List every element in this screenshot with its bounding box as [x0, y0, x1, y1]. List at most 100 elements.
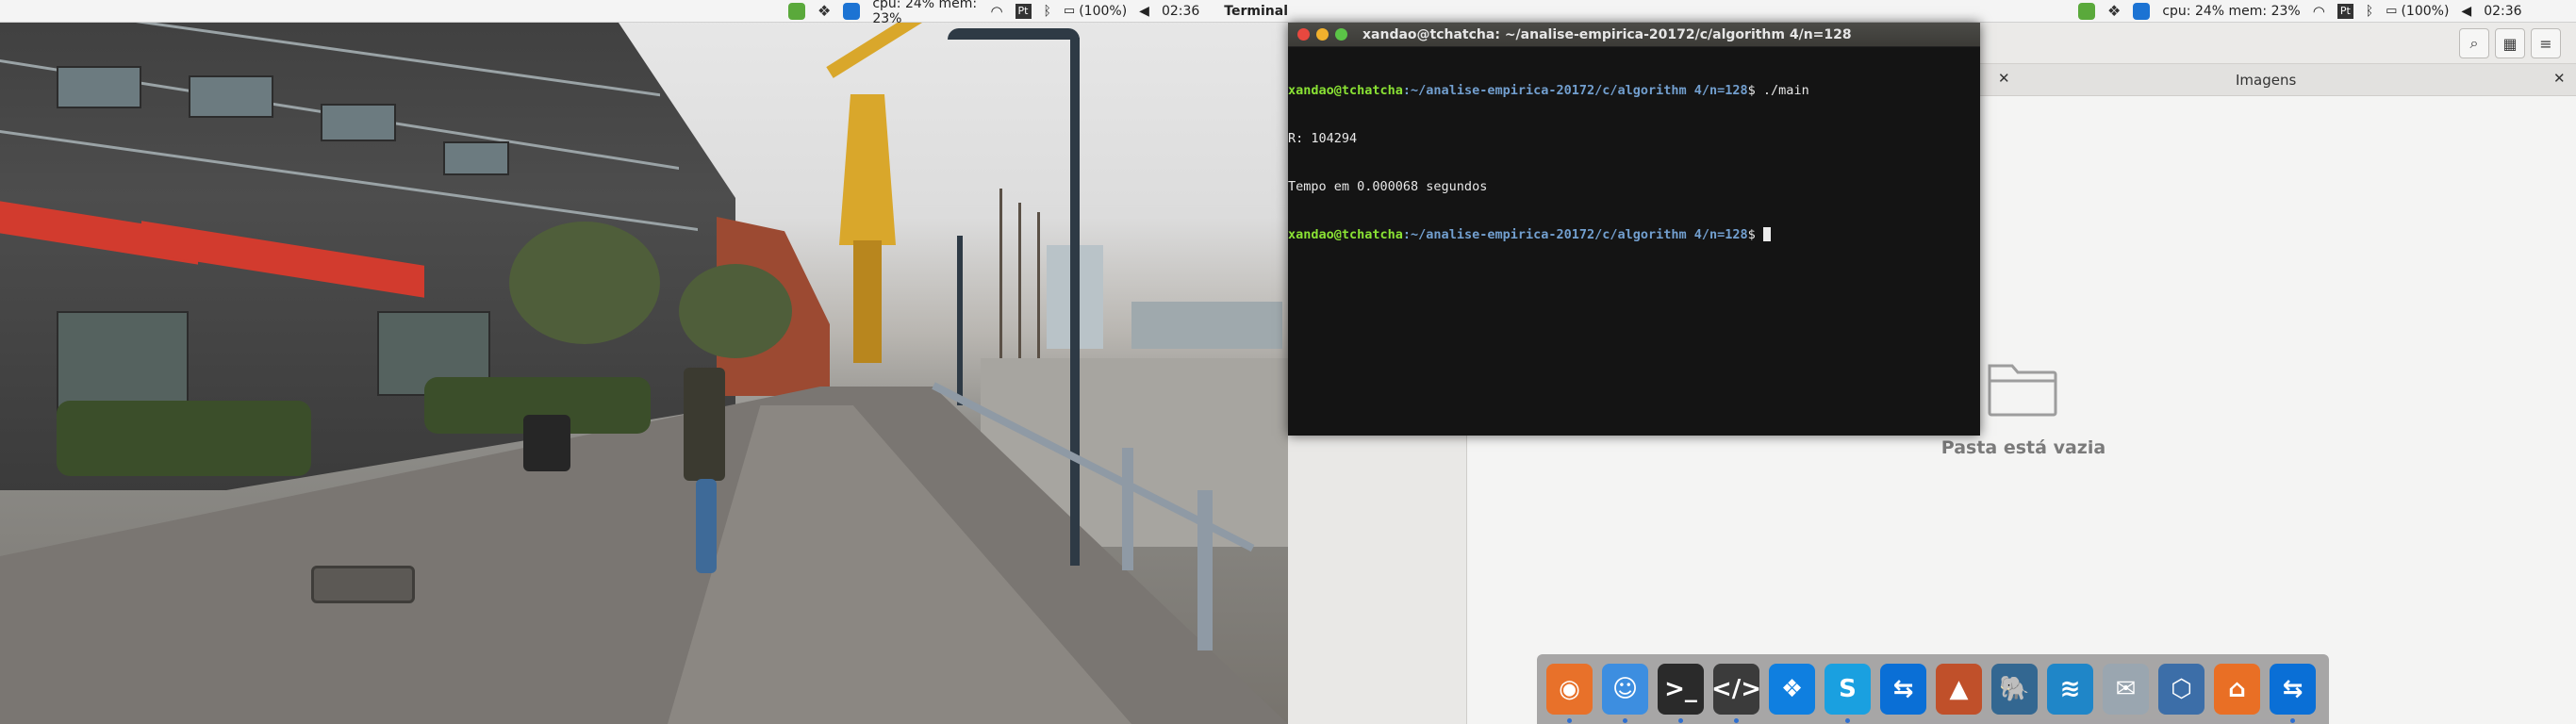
virtualbox-icon[interactable]: ⬡ — [2158, 664, 2204, 715]
wallpaper-hedge — [57, 401, 311, 476]
dock-glyph: ⇆ — [2282, 675, 2304, 703]
application-dock: ◉ ☺ >_ </> ❖ S ⇆ ▲ 🐘 ≋ ✉ ⬡ ⌂ ⇆ — [1537, 654, 2329, 724]
battery-percentage: (100%) — [2401, 3, 2450, 19]
grid-view-icon[interactable]: ▦ — [2495, 28, 2525, 58]
terminal-titlebar[interactable]: xandao@tchatcha: ~/analise-empirica-2017… — [1288, 23, 1980, 47]
system-monitor-status[interactable]: cpu: 24% mem: 23% — [872, 0, 978, 26]
battery-percentage: (100%) — [1079, 3, 1128, 19]
wifi-icon[interactable]: ◠ — [2313, 0, 2325, 23]
keyboard-layout-icon[interactable]: Pt — [1015, 3, 1032, 19]
close-window-button[interactable] — [1297, 28, 1310, 41]
running-indicator — [1734, 718, 1739, 723]
wallpaper-ship-mast — [999, 189, 1002, 377]
finder-icon[interactable]: ☺ — [1602, 664, 1648, 723]
wallpaper-tree — [509, 222, 660, 344]
mail-icon[interactable]: ✉ — [2103, 664, 2149, 715]
clock[interactable]: 02:36 — [1162, 4, 1199, 19]
minimize-window-button[interactable] — [1316, 28, 1329, 41]
terminal-icon[interactable]: >_ — [1658, 664, 1704, 723]
search-icon[interactable]: ⌕ — [2459, 28, 2489, 58]
checkmark-icon[interactable] — [2078, 0, 2095, 23]
battery-icon[interactable]: ▭ — [2386, 0, 2397, 23]
wallpaper-person — [684, 368, 725, 481]
wallpaper-lamp-arm — [948, 28, 1080, 40]
active-app-name[interactable]: Terminal — [1224, 4, 1288, 19]
bluetooth-icon[interactable]: ᛒ — [1044, 0, 1051, 23]
matlab-icon[interactable]: ▲ — [1936, 664, 1982, 715]
volume-icon[interactable]: ◀ — [2461, 0, 2471, 23]
wallpaper-railing-post — [1122, 448, 1133, 570]
wallpaper-tree — [679, 264, 792, 358]
empty-folder-message: Pasta está vazia — [1940, 437, 2106, 458]
running-indicator — [2290, 718, 2295, 723]
folder-icon — [1988, 364, 2057, 417]
desktop: ❖ cpu: 24% mem: 23% ◠ Pt ᛒ ▭ (100%) ◀ 02… — [0, 0, 2576, 724]
dock-glyph: ☺ — [1611, 675, 1639, 703]
wallpaper-window — [321, 104, 396, 141]
wallpaper-person-legs — [696, 479, 717, 573]
maximize-window-button[interactable] — [1335, 28, 1347, 41]
system-monitor-status[interactable]: cpu: 24% mem: 23% — [2162, 4, 2300, 19]
terminal-line: Tempo em 0.000068 segundos — [1288, 179, 1488, 194]
terminal-line: R: 104294 — [1288, 131, 1358, 146]
close-tab-icon[interactable]: ✕ — [2553, 70, 2566, 87]
code-editor-icon[interactable]: </> — [1710, 664, 1762, 723]
firefox-icon[interactable]: ◉ — [1546, 664, 1593, 723]
wallpaper-crane-leg — [853, 240, 882, 363]
running-indicator — [1623, 718, 1627, 723]
wallpaper-ship-mast — [1037, 212, 1040, 377]
dropbox-icon[interactable]: ❖ — [2107, 0, 2121, 23]
wallpaper-manhole — [311, 566, 415, 603]
dock-glyph: ❖ — [1780, 675, 1804, 703]
dropbox-icon[interactable]: ❖ — [1769, 664, 1815, 715]
wallpaper-window — [443, 141, 509, 175]
bluetooth-icon[interactable]: ᛒ — [2366, 0, 2373, 23]
menu-icon[interactable]: ≡ — [2531, 28, 2561, 58]
dropbox-icon[interactable]: ❖ — [817, 0, 831, 23]
volume-icon[interactable]: ◀ — [1139, 0, 1149, 23]
prompt-command: $ ./main — [1747, 83, 1809, 98]
wallpaper-skyline — [1131, 302, 1282, 349]
teamviewer-icon[interactable] — [843, 0, 861, 23]
wallpaper-ship-mast — [1018, 203, 1021, 377]
teamviewer-icon[interactable] — [2133, 0, 2151, 23]
dock-glyph: ▲ — [1949, 675, 1969, 703]
tab-imagens[interactable]: Imagens — [2236, 72, 2296, 89]
wallpaper-crane — [839, 94, 896, 245]
wallpaper-window — [57, 311, 189, 415]
dock-glyph: ⬡ — [2171, 675, 2192, 703]
wallpaper-lamppost — [957, 236, 963, 405]
wallpaper-seated-person — [523, 415, 570, 471]
left-monitor-wallpaper: ❖ cpu: 24% mem: 23% ◠ Pt ᛒ ▭ (100%) ◀ 02… — [0, 0, 1288, 724]
skype-icon[interactable]: S — [1825, 664, 1871, 723]
close-tab-icon[interactable]: ✕ — [1998, 70, 2010, 87]
keyboard-layout-icon[interactable]: Pt — [2337, 3, 2353, 19]
prompt-command: $ — [1747, 227, 1763, 242]
running-indicator — [1567, 718, 1572, 723]
clock[interactable]: 02:36 — [2484, 4, 2521, 19]
dock-glyph: ⇆ — [1892, 675, 1914, 703]
teamviewer-icon[interactable]: ⇆ — [1880, 664, 1926, 715]
terminal-line: xandao@tchatcha:~/analise-empirica-20172… — [1288, 83, 1980, 99]
prompt-user: xandao@tchatcha — [1288, 83, 1403, 98]
mysql-workbench-icon[interactable]: ≋ — [2047, 664, 2093, 715]
wifi-icon[interactable]: ◠ — [990, 0, 1002, 23]
terminal-window[interactable]: xandao@tchatcha: ~/analise-empirica-2017… — [1288, 23, 1980, 436]
terminal-title: xandao@tchatcha: ~/analise-empirica-2017… — [1362, 26, 1852, 42]
dock-glyph: >_ — [1664, 675, 1697, 703]
prompt-path: :~/analise-empirica-20172/c/algorithm 4/… — [1402, 83, 1748, 98]
teamviewer2-icon[interactable]: ⇆ — [2270, 664, 2316, 723]
wallpaper-window — [57, 66, 141, 108]
dock-glyph: ⌂ — [2228, 675, 2246, 703]
running-indicator — [1845, 718, 1850, 723]
sourcetree-icon[interactable]: ⌂ — [2214, 664, 2260, 715]
prompt-user: xandao@tchatcha — [1288, 227, 1403, 242]
dock-glyph: </> — [1710, 675, 1762, 703]
terminal-cursor — [1762, 227, 1771, 241]
prompt-path: :~/analise-empirica-20172/c/algorithm 4/… — [1402, 227, 1748, 242]
checkmark-icon[interactable] — [788, 0, 805, 23]
wallpaper-window — [189, 75, 273, 118]
battery-icon[interactable]: ▭ — [1064, 0, 1075, 23]
postgresql-icon[interactable]: 🐘 — [1991, 664, 2038, 715]
terminal-output[interactable]: xandao@tchatcha:~/analise-empirica-20172… — [1288, 47, 1980, 275]
